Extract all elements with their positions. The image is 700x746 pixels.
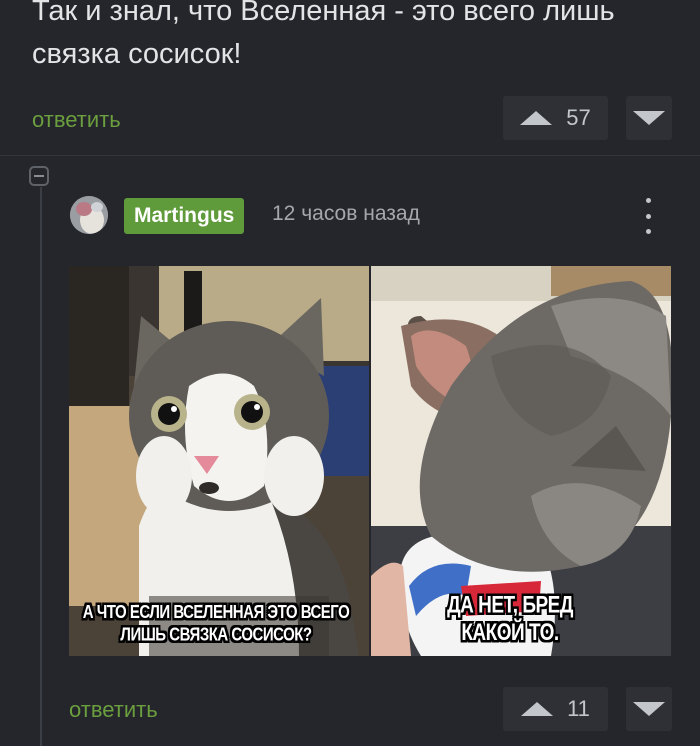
meme-image[interactable]: А что если вселенная это всего лишь связ… — [69, 266, 671, 656]
username-badge[interactable]: Martingus — [124, 198, 245, 234]
comments-screen: Так и знал, что Вселенная - это всего ли… — [0, 0, 700, 746]
downvote-icon — [633, 111, 665, 125]
parent-comment-text: Так и знал, что Вселенная - это всего ли… — [32, 0, 615, 70]
thread-line[interactable] — [40, 187, 42, 746]
comment-vote-count: 11 — [567, 696, 590, 721]
more-icon[interactable] — [638, 198, 658, 234]
comment-downvote-button[interactable] — [626, 687, 672, 731]
parent-upvote-button[interactable]: 57 — [503, 96, 608, 140]
meme-left-caption: А что если вселенная это всего лишь связ… — [82, 601, 350, 646]
meme-left-panel — [69, 266, 369, 656]
comment-upvote-button[interactable]: 11 — [503, 687, 608, 731]
avatar[interactable] — [70, 196, 108, 234]
timestamp: 12 часов назад — [272, 202, 420, 225]
comment-reply-link[interactable]: ответить — [69, 697, 158, 723]
upvote-icon — [520, 111, 553, 125]
parent-reply-link[interactable]: ответить — [32, 107, 121, 133]
parent-downvote-button[interactable] — [626, 96, 672, 140]
meme-right-caption: Да нет, бред какой то. — [447, 592, 573, 647]
upvote-icon — [521, 702, 554, 716]
divider — [0, 155, 700, 156]
downvote-icon — [633, 702, 665, 716]
collapse-icon[interactable] — [29, 166, 49, 186]
parent-vote-count: 57 — [566, 105, 591, 130]
